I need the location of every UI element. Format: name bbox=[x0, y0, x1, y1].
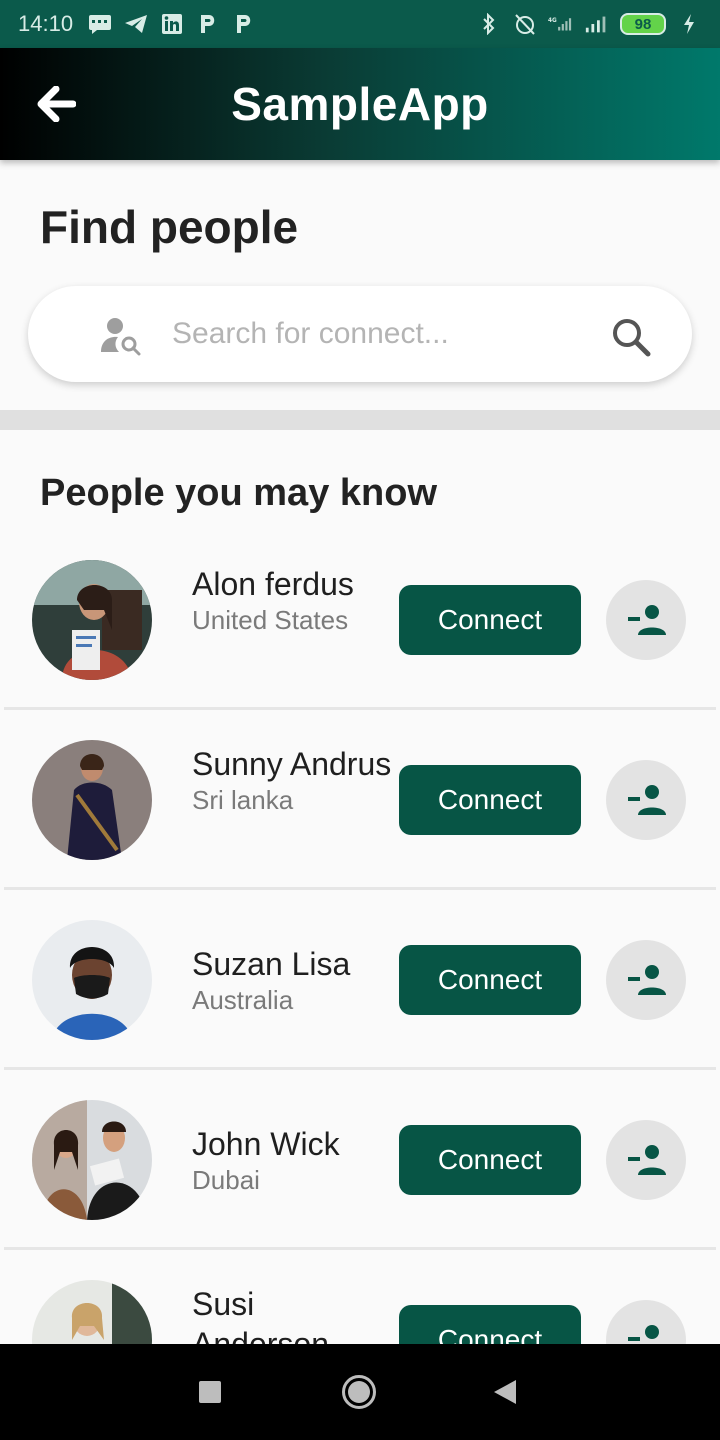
telegram-icon bbox=[123, 13, 149, 35]
p-icon-2 bbox=[231, 13, 257, 35]
person-search-icon bbox=[101, 318, 141, 356]
person-add-icon bbox=[628, 1145, 666, 1175]
person-name[interactable]: Alon ferdus bbox=[192, 564, 392, 604]
connect-button[interactable]: Connect bbox=[399, 1125, 581, 1195]
alarm-off-icon bbox=[512, 13, 538, 35]
avatar[interactable] bbox=[32, 920, 152, 1040]
person-add-icon bbox=[628, 1325, 659, 1341]
message-icon bbox=[87, 13, 113, 35]
person-name[interactable]: Suzan Lisa bbox=[192, 944, 392, 984]
nav-back-icon[interactable] bbox=[494, 1380, 516, 1404]
person-info: John Wick Dubai bbox=[192, 1124, 392, 1196]
avatar[interactable] bbox=[32, 740, 152, 860]
svg-text:4G: 4G bbox=[548, 18, 557, 24]
follow-button[interactable] bbox=[606, 1300, 686, 1344]
person-name[interactable]: Susi Anderson bbox=[192, 1284, 392, 1344]
connect-button[interactable]: Connect bbox=[399, 765, 581, 835]
connect-button[interactable]: Connect bbox=[399, 585, 581, 655]
connect-button[interactable]: Connect bbox=[399, 945, 581, 1015]
avatar[interactable] bbox=[32, 560, 152, 680]
bluetooth-icon bbox=[476, 13, 502, 35]
person-add-icon bbox=[628, 785, 666, 815]
person-add-icon bbox=[628, 965, 666, 995]
p-icon-1 bbox=[195, 13, 221, 35]
home-icon[interactable] bbox=[342, 1375, 376, 1409]
connect-button[interactable]: Connect bbox=[399, 1305, 581, 1344]
follow-button[interactable] bbox=[606, 940, 686, 1020]
avatar[interactable] bbox=[32, 1280, 152, 1344]
list-item: Suzan Lisa Australia Connect bbox=[0, 890, 720, 1070]
person-add-icon bbox=[628, 605, 666, 635]
signal-icon bbox=[584, 13, 610, 35]
battery-indicator: 98 bbox=[620, 13, 666, 35]
charging-icon bbox=[676, 13, 702, 35]
person-country: United States bbox=[192, 605, 349, 635]
search-bar[interactable] bbox=[28, 286, 692, 382]
signal-4g-icon: 4G bbox=[548, 13, 574, 35]
arrow-back-icon bbox=[37, 86, 76, 122]
list-item: Susi Anderson Connect bbox=[0, 1250, 720, 1344]
follow-button[interactable] bbox=[606, 1120, 686, 1200]
person-info: Susi Anderson bbox=[192, 1284, 392, 1344]
page-title: Find people bbox=[40, 201, 299, 253]
system-status-icons: 4G 98 bbox=[476, 13, 702, 35]
linkedin-icon bbox=[159, 13, 185, 35]
person-country: Sri lanka bbox=[192, 785, 294, 815]
home-icon-inner bbox=[348, 1381, 370, 1403]
person-name[interactable]: John Wick bbox=[192, 1124, 392, 1164]
person-country: Dubai bbox=[192, 1165, 260, 1195]
recent-apps-icon[interactable] bbox=[199, 1381, 221, 1403]
person-info: Sunny Andrus Sri lanka bbox=[192, 744, 392, 816]
person-country: Australia bbox=[192, 985, 294, 1015]
list-item: John Wick Dubai Connect bbox=[0, 1070, 720, 1250]
search-icon[interactable] bbox=[608, 314, 654, 360]
notification-icons bbox=[87, 13, 257, 35]
search-input[interactable] bbox=[172, 308, 582, 360]
section-title: People you may know bbox=[40, 472, 437, 514]
list-item: Sunny Andrus Sri lanka Connect bbox=[0, 710, 720, 890]
people-list: Alon ferdus United States Connect Sunny … bbox=[0, 530, 720, 1344]
app-bar: SampleApp bbox=[0, 48, 720, 160]
person-name[interactable]: Sunny Andrus bbox=[192, 744, 392, 784]
status-bar: 14:10 4G 98 bbox=[0, 0, 720, 48]
person-info: Suzan Lisa Australia bbox=[192, 944, 392, 1016]
app-title: SampleApp bbox=[231, 78, 489, 130]
avatar[interactable] bbox=[32, 1100, 152, 1220]
list-item: Alon ferdus United States Connect bbox=[0, 530, 720, 710]
follow-button[interactable] bbox=[606, 580, 686, 660]
follow-button[interactable] bbox=[606, 760, 686, 840]
person-info: Alon ferdus United States bbox=[192, 564, 392, 636]
back-button[interactable] bbox=[30, 78, 82, 130]
status-time: 14:10 bbox=[18, 11, 74, 36]
section-divider bbox=[0, 410, 720, 430]
system-nav-bar bbox=[0, 1344, 720, 1440]
